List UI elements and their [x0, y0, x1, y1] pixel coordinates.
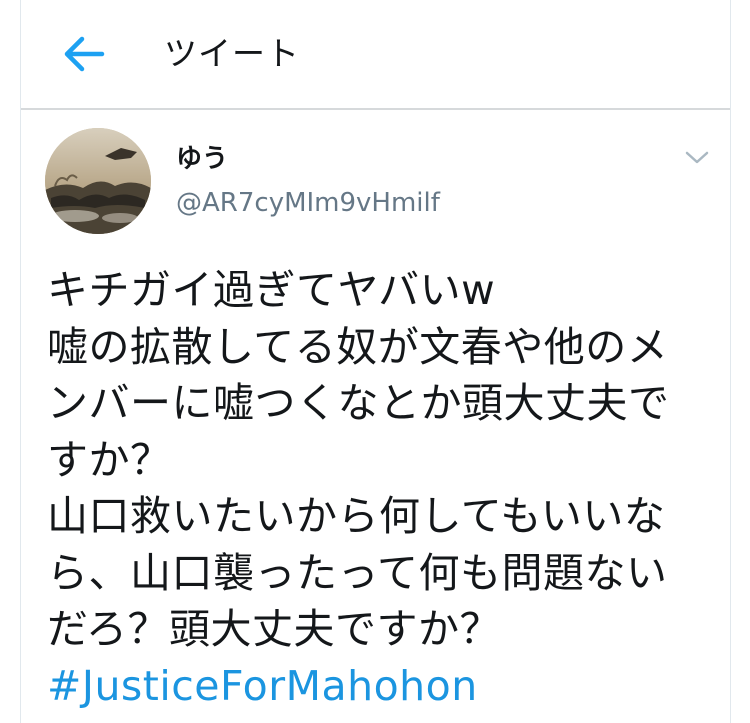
tweet-text-line: 嘘の拡散してる奴が文春や他のメ	[47, 322, 669, 371]
tweet-text-line: 山口救いたいから何してもいいな	[47, 492, 666, 540]
author-handle[interactable]: @AR7cyMIm9vHmilf	[176, 186, 440, 220]
arrow-left-icon	[64, 36, 105, 72]
tweet-card: ゆう @AR7cyMIm9vHmilf キチガイ過ぎてヤバいw 嘘の拡散してる奴…	[21, 110, 730, 723]
tweet-text-line: ンバーに嘘つくなとか頭大丈夫で	[47, 379, 670, 427]
chevron-down-icon	[685, 151, 709, 164]
tweet-text-line: すか？	[47, 435, 172, 484]
hashtag-link[interactable]: #JusticeForMahohon	[47, 658, 727, 715]
tweet-text-line: キチガイ過ぎてヤバいw	[47, 266, 496, 314]
top-bar	[21, 0, 730, 108]
page-title: ツイート	[164, 34, 300, 73]
author-display-name[interactable]: ゆう	[176, 142, 228, 176]
right-border	[730, 0, 731, 723]
tweet-detail-screen: ツイート ゆう @AR7cyMIm9vHmilf キチガイ過ぎてヤバいw 嘘の拡…	[0, 0, 750, 723]
tweet-text-line: だろ？頭大丈夫ですか？	[47, 605, 502, 653]
avatar[interactable]	[45, 128, 151, 234]
tweet-text: キチガイ過ぎてヤバいw 嘘の拡散してる奴が文春や他のメ ンバーに嘘つくなとか頭大…	[47, 262, 727, 714]
avatar-image	[45, 128, 151, 234]
back-button[interactable]	[54, 30, 114, 78]
tweet-text-line: ら、山口襲ったって何も問題ない	[47, 548, 668, 597]
tweet-menu-button[interactable]	[679, 144, 715, 172]
